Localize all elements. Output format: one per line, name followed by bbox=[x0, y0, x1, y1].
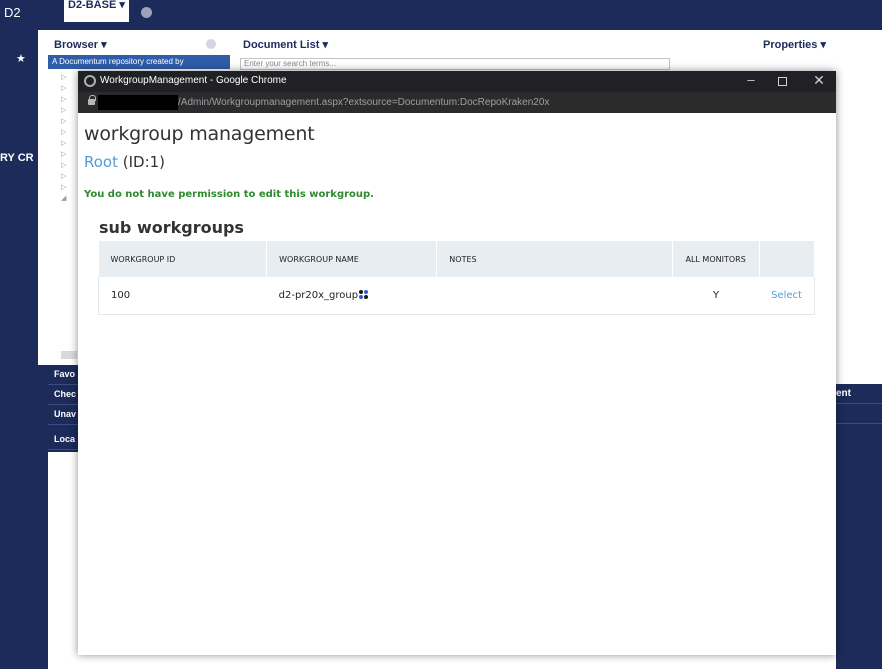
d2-app-label: D2 bbox=[4, 5, 21, 20]
browser-panel-header[interactable]: Browser ▾ bbox=[48, 33, 230, 55]
permission-message: You do not have permission to edit this … bbox=[84, 189, 374, 200]
checked-out-section[interactable]: Chec bbox=[48, 385, 78, 405]
workgroup-id-cell: 100 bbox=[98, 277, 267, 315]
chrome-icon bbox=[84, 75, 96, 87]
search-input[interactable]: Enter your search terms... bbox=[240, 58, 670, 70]
header-workgroup-name: WORKGROUP NAME bbox=[266, 241, 438, 277]
header-notes: NOTES bbox=[436, 241, 674, 277]
workgroup-popup-window: WorkgroupManagement - Google Chrome – ✕ … bbox=[78, 71, 836, 655]
select-link[interactable]: Select bbox=[771, 290, 802, 301]
select-cell: Select bbox=[759, 277, 815, 315]
unavailable-section[interactable]: Unav bbox=[48, 405, 78, 425]
d2-left-rail bbox=[0, 0, 38, 669]
header-all-monitors: ALL MONITORS bbox=[672, 241, 760, 277]
locations-section[interactable]: Loca bbox=[48, 430, 78, 450]
bottom-panel-content bbox=[48, 452, 78, 669]
url-text[interactable]: /Admin/Workgroupmanagement.aspx?extsourc… bbox=[178, 97, 549, 108]
table-header-row: WORKGROUP ID WORKGROUP NAME NOTES ALL MO… bbox=[98, 241, 816, 277]
right-section-header[interactable] bbox=[836, 404, 882, 424]
breadcrumb-id: (ID:1) bbox=[117, 153, 166, 171]
breadcrumb: Root (ID:1) bbox=[84, 153, 165, 171]
tree-expand-icons[interactable]: ▷ ▷ ▷ ▷ ▷ ▷ ▷ ▷ ▷ ▷ ▷ ◢ bbox=[61, 72, 69, 204]
breadcrumb-root-link[interactable]: Root bbox=[84, 153, 118, 171]
header-workgroup-id: WORKGROUP ID bbox=[98, 241, 268, 277]
lock-icon[interactable] bbox=[88, 95, 96, 105]
notes-cell bbox=[436, 277, 673, 315]
repository-tree-item[interactable]: A Documentum repository created by bbox=[48, 55, 230, 69]
maximize-icon[interactable] bbox=[778, 77, 787, 86]
add-workspace-icon[interactable] bbox=[141, 7, 152, 18]
section-title: sub workgroups bbox=[99, 218, 244, 237]
add-tab-icon[interactable] bbox=[472, 39, 482, 49]
table-row: 100 d2-pr20x_group Y Select bbox=[98, 277, 815, 315]
workgroup-name-text: d2-pr20x_group bbox=[278, 289, 359, 301]
d2-rail-cut-label: RY CR bbox=[0, 152, 34, 164]
right-lower-panel bbox=[836, 384, 882, 669]
address-bar[interactable]: /Admin/Workgroupmanagement.aspx?extsourc… bbox=[78, 92, 836, 113]
all-monitors-cell: Y bbox=[672, 277, 760, 315]
close-icon[interactable]: ✕ bbox=[812, 72, 826, 89]
sub-workgroups-table: WORKGROUP ID WORKGROUP NAME NOTES ALL MO… bbox=[98, 241, 816, 315]
favorites-section[interactable]: Favo bbox=[48, 365, 78, 385]
chrome-title-bar[interactable]: WorkgroupManagement - Google Chrome – ✕ bbox=[78, 71, 836, 92]
tab-workflow-tasks[interactable]: Workflow Tasks bbox=[346, 33, 456, 55]
right-section-header[interactable]: ent bbox=[836, 384, 882, 404]
workgroup-name-cell: d2-pr20x_group bbox=[266, 277, 437, 315]
minimize-icon[interactable]: – bbox=[744, 72, 758, 87]
gear-icon[interactable] bbox=[206, 39, 216, 49]
header-action bbox=[759, 241, 816, 277]
tab-document-list[interactable]: Document List ▾ bbox=[237, 33, 343, 55]
url-redaction bbox=[98, 95, 178, 110]
d2-top-bar bbox=[38, 0, 882, 30]
pin-icon[interactable]: ★ bbox=[16, 52, 26, 65]
window-title: WorkgroupManagement - Google Chrome bbox=[100, 75, 287, 86]
group-icon bbox=[359, 289, 369, 299]
scrollbar[interactable] bbox=[61, 351, 77, 359]
workspace-tab[interactable]: D2-BASE ▾ bbox=[64, 0, 129, 22]
page-title: workgroup management bbox=[84, 123, 315, 145]
